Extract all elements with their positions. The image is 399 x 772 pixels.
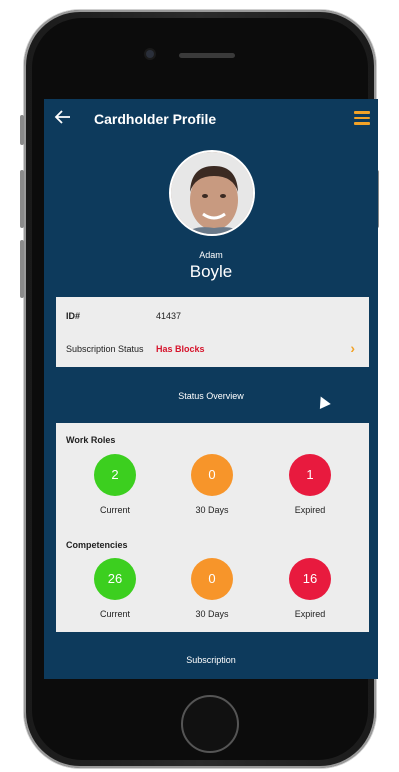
- work-roles-expired-circle[interactable]: 1: [289, 454, 331, 496]
- status-overview-card: Work Roles 2 Current 0 30 Days 1 Expired…: [56, 423, 369, 632]
- app-screen: Cardholder Profile Adam Boyle ID# 41437 …: [44, 99, 378, 679]
- hamburger-menu-icon[interactable]: [354, 111, 370, 125]
- mute-switch: [20, 115, 24, 145]
- id-value: 41437: [156, 311, 182, 321]
- earpiece-speaker: [179, 53, 235, 58]
- work-roles-current-circle[interactable]: 2: [94, 454, 136, 496]
- subscription-status-label: Subscription Status: [66, 344, 144, 354]
- top-bar: Cardholder Profile: [44, 99, 378, 139]
- volume-up-button: [20, 170, 24, 228]
- work-roles-title: Work Roles: [66, 435, 116, 445]
- first-name: Adam: [199, 250, 223, 260]
- last-name: Boyle: [189, 262, 233, 281]
- avatar: [169, 150, 255, 236]
- work-roles-30days-label: 30 Days: [195, 505, 229, 515]
- subscription-section-label[interactable]: Subscription: [44, 655, 378, 665]
- competencies-30days-circle[interactable]: 0: [191, 558, 233, 600]
- competencies-expired-label: Expired: [294, 609, 326, 619]
- competencies-current-label: Current: [99, 609, 130, 619]
- competencies-title: Competencies: [66, 540, 128, 550]
- work-roles-current-label: Current: [99, 505, 130, 515]
- home-button[interactable]: [181, 695, 239, 753]
- volume-down-button: [20, 240, 24, 298]
- work-roles-30days-circle[interactable]: 0: [191, 454, 233, 496]
- front-camera: [146, 50, 154, 58]
- competencies-expired-circle[interactable]: 16: [289, 558, 331, 600]
- page-title: Cardholder Profile: [94, 111, 217, 127]
- back-arrow-icon[interactable]: [54, 108, 72, 130]
- info-card: ID# 41437 Subscription Status Has Blocks…: [56, 297, 369, 367]
- chevron-right-icon[interactable]: ›: [350, 340, 355, 356]
- competencies-30days-label: 30 Days: [195, 609, 229, 619]
- competencies-current-circle[interactable]: 26: [94, 558, 136, 600]
- work-roles-expired-label: Expired: [294, 505, 326, 515]
- id-label: ID#: [66, 311, 81, 321]
- subscription-status-value[interactable]: Has Blocks: [156, 344, 205, 354]
